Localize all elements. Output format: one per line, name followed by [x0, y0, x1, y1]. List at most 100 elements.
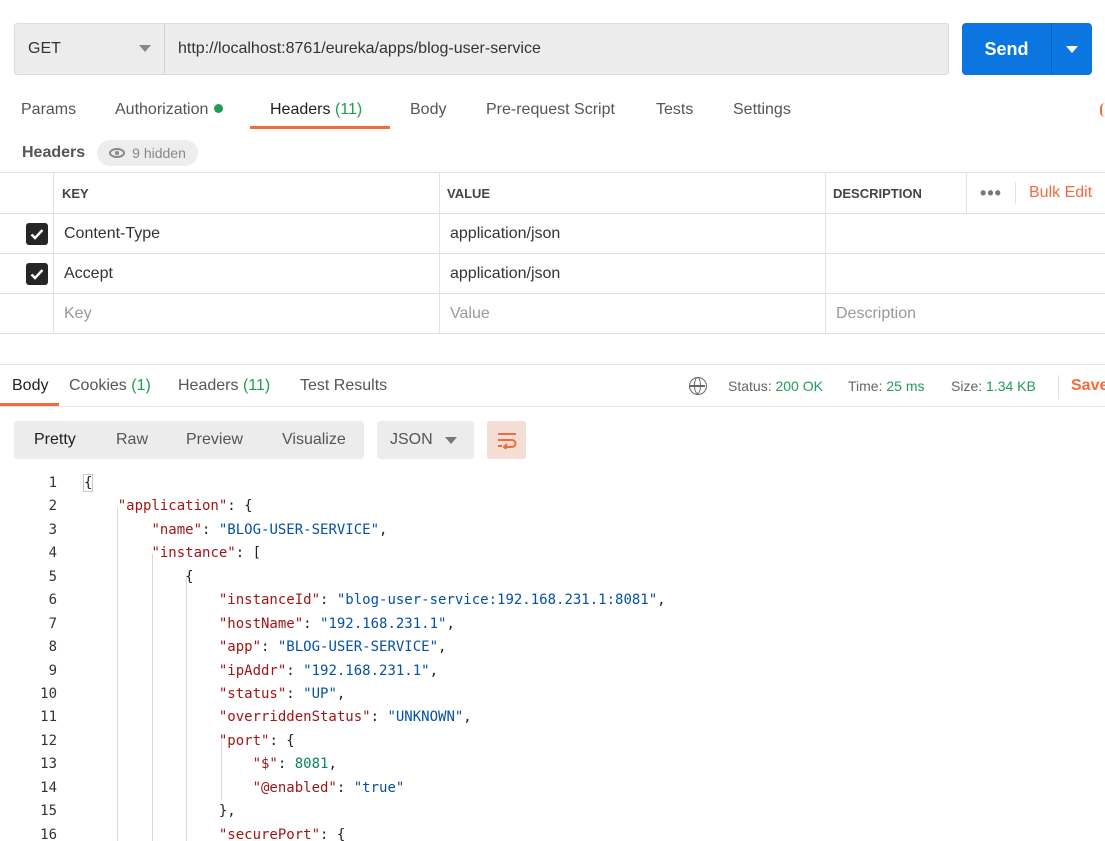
checkmark-icon — [30, 268, 43, 280]
line-number: 4 — [48, 545, 57, 562]
checkmark-icon — [30, 228, 43, 240]
view-pretty-button[interactable]: Pretty — [34, 421, 76, 459]
resp-tab-headers-label: Headers — [178, 377, 239, 394]
request-url-bar: GET — [14, 23, 949, 75]
tab-settings[interactable]: Settings — [733, 101, 791, 119]
time-label: Time: — [848, 378, 883, 394]
resp-tab-cookies-count: (1) — [131, 377, 151, 394]
header-value-cell[interactable]: application/json — [439, 254, 825, 293]
code-line: 14 "@enabled": "true" — [0, 777, 1105, 800]
row-checkbox[interactable] — [25, 222, 48, 245]
tab-headers-count: (11) — [334, 101, 363, 118]
more-options-icon[interactable]: ••• — [967, 183, 1015, 204]
table-header-row: KEY VALUE DESCRIPTION ••• Bulk Edit — [0, 173, 1105, 214]
code-line: 15 }, — [0, 800, 1105, 823]
new-value-input[interactable]: Value — [439, 294, 825, 333]
code-line: 7 "hostName": "192.168.231.1", — [0, 613, 1105, 636]
globe-icon[interactable] — [689, 377, 707, 395]
chevron-down-icon — [445, 437, 457, 444]
header-value-cell[interactable]: application/json — [439, 214, 825, 253]
table-row: Accept application/json — [0, 254, 1105, 294]
send-button[interactable]: Send — [962, 23, 1051, 75]
code-text: { — [82, 474, 94, 492]
send-options-button[interactable] — [1052, 23, 1092, 75]
resp-tab-cookies-label: Cookies — [69, 377, 127, 394]
view-raw-button[interactable]: Raw — [116, 421, 148, 459]
header-key-cell[interactable]: Accept — [53, 254, 439, 293]
status-value: 200 OK — [775, 378, 823, 394]
resp-tab-headers-count: (11) — [242, 377, 271, 394]
tab-tests[interactable]: Tests — [656, 101, 693, 119]
line-number: 2 — [48, 498, 57, 515]
code-line: 9 "ipAddr": "192.168.231.1", — [0, 660, 1105, 683]
wrap-lines-icon — [497, 433, 516, 449]
code-text: "name": "BLOG-USER-SERVICE", — [151, 521, 388, 538]
time-value: 25 ms — [886, 378, 925, 394]
row-checkbox-cell — [0, 294, 53, 333]
time-readout: Time: 25 ms — [848, 378, 925, 394]
code-line: 12 "port": { — [0, 730, 1105, 753]
tab-body[interactable]: Body — [410, 101, 446, 119]
status-dot-icon — [214, 104, 224, 113]
code-text: "app": "BLOG-USER-SERVICE", — [218, 639, 447, 656]
response-body-code[interactable]: 1{2 "application": {3 "name": "BLOG-USER… — [0, 472, 1105, 841]
size-label: Size: — [951, 378, 983, 394]
view-visualize-button[interactable]: Visualize — [282, 421, 346, 459]
tab-headers[interactable]: Headers (11) — [270, 101, 362, 119]
header-description-cell[interactable] — [825, 214, 1105, 253]
cookies-link-edge[interactable] — [1100, 103, 1105, 117]
resp-tab-body[interactable]: Body — [12, 377, 48, 395]
resp-tab-test-results[interactable]: Test Results — [300, 377, 387, 395]
view-preview-button[interactable]: Preview — [186, 421, 243, 459]
new-key-input[interactable]: Key — [53, 294, 439, 333]
save-response-button[interactable]: Save — [1071, 377, 1105, 395]
size-readout: Size: 1.34 KB — [951, 378, 1036, 394]
tab-headers-label: Headers — [270, 101, 331, 118]
method-select[interactable]: GET — [15, 24, 165, 74]
code-text: "status": "UP", — [218, 685, 346, 702]
url-input[interactable] — [165, 24, 948, 74]
bulk-edit-link[interactable]: Bulk Edit — [1015, 182, 1092, 204]
tab-authorization[interactable]: Authorization — [115, 101, 224, 119]
header-key-cell[interactable]: Content-Type — [53, 214, 439, 253]
code-text: "overriddenStatus": "UNKNOWN", — [218, 709, 472, 726]
code-line: 13 "$": 8081, — [0, 753, 1105, 776]
code-text: "instance": [ — [151, 545, 262, 562]
line-number: 14 — [40, 779, 57, 796]
save-divider — [1058, 375, 1059, 399]
line-number: 12 — [40, 732, 57, 749]
column-header-key: KEY — [53, 173, 439, 213]
hidden-headers-toggle[interactable]: 9 hidden — [97, 140, 198, 166]
headers-table: KEY VALUE DESCRIPTION ••• Bulk Edit Cont… — [0, 172, 1105, 334]
code-text: { — [84, 568, 194, 585]
code-text: "hostName": "192.168.231.1", — [218, 615, 455, 632]
line-number: 11 — [40, 709, 57, 726]
row-checkbox-cell — [0, 254, 53, 293]
line-number: 7 — [48, 615, 57, 632]
line-number: 16 — [40, 826, 57, 841]
headers-title: Headers — [22, 144, 86, 161]
tab-prerequest-script[interactable]: Pre-request Script — [486, 101, 615, 119]
line-number: 15 — [40, 803, 57, 820]
tab-authorization-label: Authorization — [115, 101, 209, 118]
code-line: 3 "name": "BLOG-USER-SERVICE", — [0, 519, 1105, 542]
language-select[interactable]: JSON — [377, 421, 474, 459]
code-text: "$": 8081, — [252, 756, 337, 773]
line-number: 9 — [48, 662, 57, 679]
active-tab-indicator — [250, 126, 390, 129]
row-checkbox[interactable] — [25, 262, 48, 285]
code-text: "ipAddr": "192.168.231.1", — [218, 662, 439, 679]
response-tabs: Body Cookies (1) Headers (11) Test Resul… — [0, 365, 1105, 407]
wrap-lines-button[interactable] — [487, 421, 526, 459]
code-line: 16 "securePort": { — [0, 824, 1105, 841]
code-line: 6 "instanceId": "blog-user-service:192.1… — [0, 589, 1105, 612]
headers-subheader: Headers 9 hidden — [22, 140, 198, 166]
header-description-cell[interactable] — [825, 254, 1105, 293]
line-number: 3 — [48, 521, 57, 538]
tab-params[interactable]: Params — [21, 101, 76, 119]
new-description-input[interactable]: Description — [825, 294, 1105, 333]
language-label: JSON — [390, 431, 433, 448]
resp-tab-headers[interactable]: Headers (11) — [178, 377, 270, 395]
resp-tab-cookies[interactable]: Cookies (1) — [69, 377, 151, 395]
view-mode-group: Pretty Raw Preview Visualize — [14, 421, 364, 459]
